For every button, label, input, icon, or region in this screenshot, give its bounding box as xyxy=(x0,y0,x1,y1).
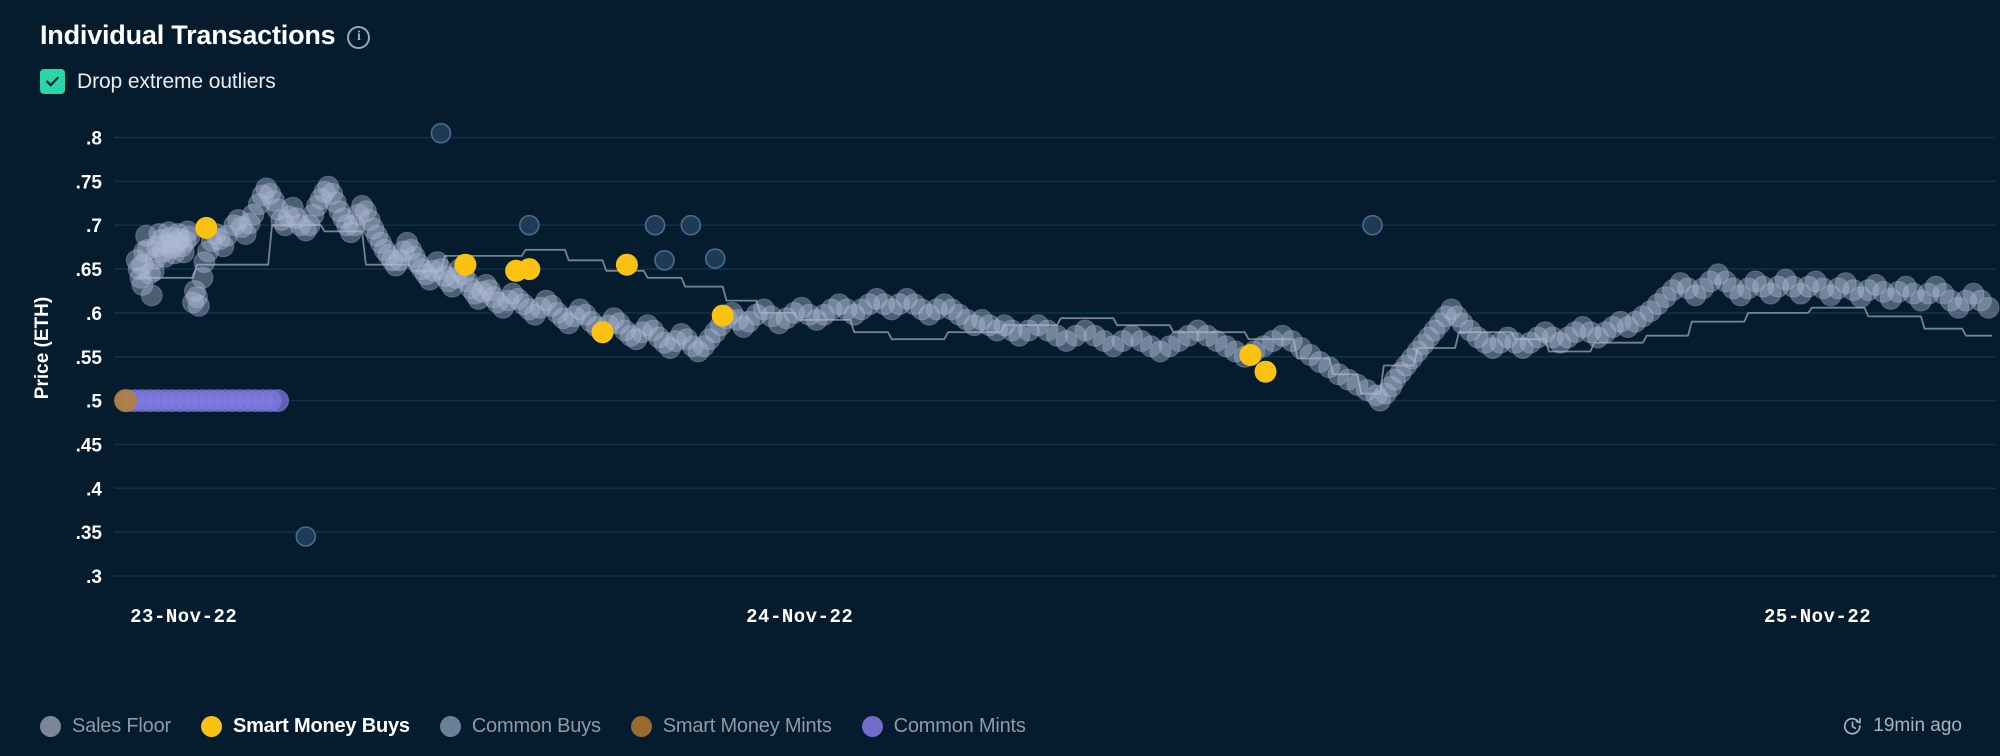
data-point[interactable] xyxy=(706,249,725,268)
data-point[interactable] xyxy=(520,216,539,235)
y-axis-tick-label: .65 xyxy=(76,260,103,281)
legend-item-list: Sales Floor Smart Money Buys Common Buys Sm… xyxy=(40,715,1842,738)
legend-item-sales-floor[interactable]: Sales Floor xyxy=(40,715,171,738)
data-point[interactable] xyxy=(1239,344,1261,366)
data-point[interactable] xyxy=(267,390,289,412)
legend-item-common-buys[interactable]: Common Buys xyxy=(440,715,601,738)
y-axis-tick-label: .35 xyxy=(76,523,103,544)
chart-canvas[interactable]: .8 .75 .7 .65 .6 .55 .5 .45 .4 .35 .3 Price (ETH) 23… xyxy=(0,106,2000,666)
y-axis-title: Price (ETH) xyxy=(32,297,53,399)
info-circle-icon[interactable]: i xyxy=(347,26,370,49)
series-smart-money-mints xyxy=(115,390,137,412)
data-point[interactable] xyxy=(195,217,217,239)
y-axis-tick-label: .3 xyxy=(86,567,102,588)
data-point[interactable] xyxy=(1255,361,1277,383)
y-axis-tick-label: .55 xyxy=(76,348,103,369)
legend-item-label: Common Mints xyxy=(894,715,1026,738)
chart-legend: Sales Floor Smart Money Buys Common Buys Sm… xyxy=(0,696,2000,756)
x-axis-tick-label: 25-Nov-22 xyxy=(1764,606,1871,628)
data-point[interactable] xyxy=(712,305,734,327)
data-point[interactable] xyxy=(1978,297,1999,318)
page-title: Individual Transactions xyxy=(40,22,335,49)
series-common-mints xyxy=(116,390,288,412)
data-point[interactable] xyxy=(141,285,162,306)
data-point[interactable] xyxy=(518,258,540,280)
legend-item-smart-money-buys[interactable]: Smart Money Buys xyxy=(201,715,410,738)
panel-header: Individual Transactions i xyxy=(0,0,2000,49)
legend-item-label: Sales Floor xyxy=(72,715,171,738)
x-axis-tick-label: 23-Nov-22 xyxy=(130,606,237,628)
legend-item-smart-money-mints[interactable]: Smart Money Mints xyxy=(631,715,832,738)
clock-refresh-icon xyxy=(1842,716,1863,737)
legend-swatch-icon xyxy=(862,716,883,737)
last-updated: 19min ago xyxy=(1842,715,1962,737)
legend-item-common-mints[interactable]: Common Mints xyxy=(862,715,1026,738)
data-point[interactable] xyxy=(432,124,451,143)
legend-swatch-icon xyxy=(40,716,61,737)
y-axis-tick-label: .6 xyxy=(86,304,102,325)
data-point[interactable] xyxy=(592,321,614,343)
data-point[interactable] xyxy=(1363,216,1382,235)
y-axis-tick-label: .4 xyxy=(86,479,102,500)
last-updated-text: 19min ago xyxy=(1873,715,1962,737)
checkbox-box-checked[interactable] xyxy=(40,69,65,94)
data-point[interactable] xyxy=(115,390,137,412)
data-point[interactable] xyxy=(188,295,209,316)
legend-item-label: Common Buys xyxy=(472,715,601,738)
data-point[interactable] xyxy=(681,216,700,235)
series-common-buys xyxy=(126,176,1999,411)
y-axis-tick-label: .7 xyxy=(86,216,102,237)
legend-swatch-icon xyxy=(440,716,461,737)
legend-item-label: Smart Money Mints xyxy=(663,715,832,738)
data-point[interactable] xyxy=(454,254,476,276)
data-point[interactable] xyxy=(616,254,638,276)
data-point[interactable] xyxy=(646,216,665,235)
x-axis-tick-label: 24-Nov-22 xyxy=(746,606,853,628)
drop-extreme-outliers-checkbox[interactable]: Drop extreme outliers xyxy=(0,49,276,94)
data-point[interactable] xyxy=(296,527,315,546)
legend-item-label: Smart Money Buys xyxy=(233,715,410,738)
data-point[interactable] xyxy=(655,251,674,270)
scatter-chart[interactable]: .8 .75 .7 .65 .6 .55 .5 .45 .4 .35 .3 Price (ETH) 23… xyxy=(0,106,2000,666)
y-axis-tick-label: .8 xyxy=(86,129,102,150)
drop-extreme-outliers-label: Drop extreme outliers xyxy=(77,70,276,94)
y-axis-tick-label: .45 xyxy=(76,435,103,456)
y-axis-tick-label: .5 xyxy=(86,392,102,413)
legend-swatch-icon xyxy=(631,716,652,737)
y-axis-tick-label: .75 xyxy=(76,172,103,193)
legend-swatch-icon xyxy=(201,716,222,737)
